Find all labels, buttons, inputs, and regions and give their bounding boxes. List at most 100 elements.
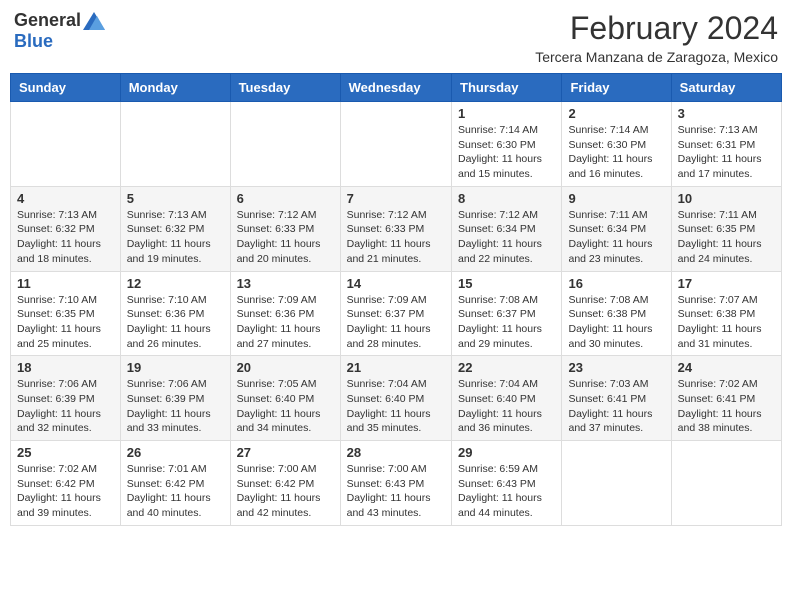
day-number: 25 (17, 445, 114, 460)
day-number: 19 (127, 360, 224, 375)
calendar-cell: 27 Sunrise: 7:00 AM Sunset: 6:42 PM Dayli… (230, 441, 340, 526)
day-info: Sunrise: 7:02 AM Sunset: 6:41 PM Dayligh… (678, 377, 775, 436)
day-number: 22 (458, 360, 555, 375)
day-info: Sunrise: 7:12 AM Sunset: 6:33 PM Dayligh… (347, 208, 445, 267)
calendar-cell: 26 Sunrise: 7:01 AM Sunset: 6:42 PM Dayli… (120, 441, 230, 526)
day-number: 23 (568, 360, 664, 375)
day-header-thursday: Thursday (452, 74, 562, 102)
day-info: Sunrise: 7:00 AM Sunset: 6:43 PM Dayligh… (347, 462, 445, 521)
day-info: Sunrise: 7:05 AM Sunset: 6:40 PM Dayligh… (237, 377, 334, 436)
day-info: Sunrise: 7:09 AM Sunset: 6:36 PM Dayligh… (237, 293, 334, 352)
title-area: February 2024 Tercera Manzana de Zaragoz… (535, 10, 778, 65)
calendar-cell (120, 102, 230, 187)
calendar-cell: 5 Sunrise: 7:13 AM Sunset: 6:32 PM Daylig… (120, 186, 230, 271)
day-info: Sunrise: 7:03 AM Sunset: 6:41 PM Dayligh… (568, 377, 664, 436)
month-title: February 2024 (535, 10, 778, 47)
day-number: 1 (458, 106, 555, 121)
day-info: Sunrise: 7:11 AM Sunset: 6:34 PM Dayligh… (568, 208, 664, 267)
calendar-cell: 29 Sunrise: 6:59 AM Sunset: 6:43 PM Dayli… (452, 441, 562, 526)
week-row-1: 1 Sunrise: 7:14 AM Sunset: 6:30 PM Daylig… (11, 102, 782, 187)
day-info: Sunrise: 7:04 AM Sunset: 6:40 PM Dayligh… (347, 377, 445, 436)
day-info: Sunrise: 7:07 AM Sunset: 6:38 PM Dayligh… (678, 293, 775, 352)
day-info: Sunrise: 7:08 AM Sunset: 6:37 PM Dayligh… (458, 293, 555, 352)
calendar-cell: 20 Sunrise: 7:05 AM Sunset: 6:40 PM Dayli… (230, 356, 340, 441)
calendar-cell: 8Sunrise: 7:12 AM Sunset: 6:34 PM Daylig… (452, 186, 562, 271)
calendar-cell (340, 102, 451, 187)
calendar-cell: 19 Sunrise: 7:06 AM Sunset: 6:39 PM Dayli… (120, 356, 230, 441)
day-number: 10 (678, 191, 775, 206)
day-header-tuesday: Tuesday (230, 74, 340, 102)
calendar-cell: 6 Sunrise: 7:12 AM Sunset: 6:33 PM Daylig… (230, 186, 340, 271)
day-number: 5 (127, 191, 224, 206)
logo: General (14, 10, 105, 31)
logo-blue-text: Blue (14, 31, 53, 52)
day-info: Sunrise: 7:14 AM Sunset: 6:30 PM Dayligh… (568, 123, 664, 182)
calendar-cell: 2 Sunrise: 7:14 AM Sunset: 6:30 PM Daylig… (562, 102, 671, 187)
calendar-cell: 24 Sunrise: 7:02 AM Sunset: 6:41 PM Dayli… (671, 356, 781, 441)
day-number: 29 (458, 445, 555, 460)
day-info: Sunrise: 7:02 AM Sunset: 6:42 PM Dayligh… (17, 462, 114, 521)
day-number: 15 (458, 276, 555, 291)
day-info: Sunrise: 7:14 AM Sunset: 6:30 PM Dayligh… (458, 123, 555, 182)
day-info: Sunrise: 7:01 AM Sunset: 6:42 PM Dayligh… (127, 462, 224, 521)
day-number: 28 (347, 445, 445, 460)
week-row-2: 4 Sunrise: 7:13 AM Sunset: 6:32 PM Daylig… (11, 186, 782, 271)
calendar-cell: 10Sunrise: 7:11 AM Sunset: 6:35 PM Dayli… (671, 186, 781, 271)
logo-general-text: General (14, 10, 81, 31)
calendar-cell: 14 Sunrise: 7:09 AM Sunset: 6:37 PM Dayli… (340, 271, 451, 356)
day-number: 17 (678, 276, 775, 291)
day-number: 24 (678, 360, 775, 375)
calendar-cell: 18 Sunrise: 7:06 AM Sunset: 6:39 PM Dayli… (11, 356, 121, 441)
calendar-cell (562, 441, 671, 526)
day-header-wednesday: Wednesday (340, 74, 451, 102)
calendar-cell: 17 Sunrise: 7:07 AM Sunset: 6:38 PM Dayli… (671, 271, 781, 356)
day-number: 8 (458, 191, 555, 206)
day-header-saturday: Saturday (671, 74, 781, 102)
calendar-cell: 9 Sunrise: 7:11 AM Sunset: 6:34 PM Daylig… (562, 186, 671, 271)
week-row-3: 11 Sunrise: 7:10 AM Sunset: 6:35 PM Dayli… (11, 271, 782, 356)
day-number: 20 (237, 360, 334, 375)
day-info: Sunrise: 7:12 AM Sunset: 6:33 PM Dayligh… (237, 208, 334, 267)
calendar-cell (11, 102, 121, 187)
day-header-sunday: Sunday (11, 74, 121, 102)
day-info: Sunrise: 7:06 AM Sunset: 6:39 PM Dayligh… (127, 377, 224, 436)
day-number: 11 (17, 276, 114, 291)
calendar-cell: 23 Sunrise: 7:03 AM Sunset: 6:41 PM Dayli… (562, 356, 671, 441)
day-header-friday: Friday (562, 74, 671, 102)
calendar-cell: 28 Sunrise: 7:00 AM Sunset: 6:43 PM Dayli… (340, 441, 451, 526)
day-number: 26 (127, 445, 224, 460)
day-number: 27 (237, 445, 334, 460)
day-number: 6 (237, 191, 334, 206)
day-header-monday: Monday (120, 74, 230, 102)
day-number: 4 (17, 191, 114, 206)
calendar-cell: 4 Sunrise: 7:13 AM Sunset: 6:32 PM Daylig… (11, 186, 121, 271)
day-info: Sunrise: 7:10 AM Sunset: 6:35 PM Dayligh… (17, 293, 114, 352)
day-info: Sunrise: 6:59 AM Sunset: 6:43 PM Dayligh… (458, 462, 555, 521)
day-info: Sunrise: 7:00 AM Sunset: 6:42 PM Dayligh… (237, 462, 334, 521)
header-row: SundayMondayTuesdayWednesdayThursdayFrid… (11, 74, 782, 102)
day-info: Sunrise: 7:13 AM Sunset: 6:32 PM Dayligh… (17, 208, 114, 267)
day-number: 7 (347, 191, 445, 206)
week-row-4: 18 Sunrise: 7:06 AM Sunset: 6:39 PM Dayli… (11, 356, 782, 441)
day-info: Sunrise: 7:10 AM Sunset: 6:36 PM Dayligh… (127, 293, 224, 352)
calendar-cell (230, 102, 340, 187)
day-info: Sunrise: 7:06 AM Sunset: 6:39 PM Dayligh… (17, 377, 114, 436)
day-number: 9 (568, 191, 664, 206)
calendar-cell (671, 441, 781, 526)
calendar-cell: 12Sunrise: 7:10 AM Sunset: 6:36 PM Dayli… (120, 271, 230, 356)
day-number: 2 (568, 106, 664, 121)
calendar-cell: 13Sunrise: 7:09 AM Sunset: 6:36 PM Dayli… (230, 271, 340, 356)
day-info: Sunrise: 7:04 AM Sunset: 6:40 PM Dayligh… (458, 377, 555, 436)
header: General Blue February 2024 Tercera Manza… (10, 10, 782, 65)
calendar-cell: 3Sunrise: 7:13 AM Sunset: 6:31 PM Daylig… (671, 102, 781, 187)
day-number: 18 (17, 360, 114, 375)
calendar-cell: 15 Sunrise: 7:08 AM Sunset: 6:37 PM Dayli… (452, 271, 562, 356)
day-number: 14 (347, 276, 445, 291)
day-number: 3 (678, 106, 775, 121)
calendar-cell: 11 Sunrise: 7:10 AM Sunset: 6:35 PM Dayli… (11, 271, 121, 356)
logo-icon (83, 12, 105, 30)
day-info: Sunrise: 7:09 AM Sunset: 6:37 PM Dayligh… (347, 293, 445, 352)
day-info: Sunrise: 7:13 AM Sunset: 6:32 PM Dayligh… (127, 208, 224, 267)
logo-area: General Blue (14, 10, 105, 52)
day-number: 16 (568, 276, 664, 291)
